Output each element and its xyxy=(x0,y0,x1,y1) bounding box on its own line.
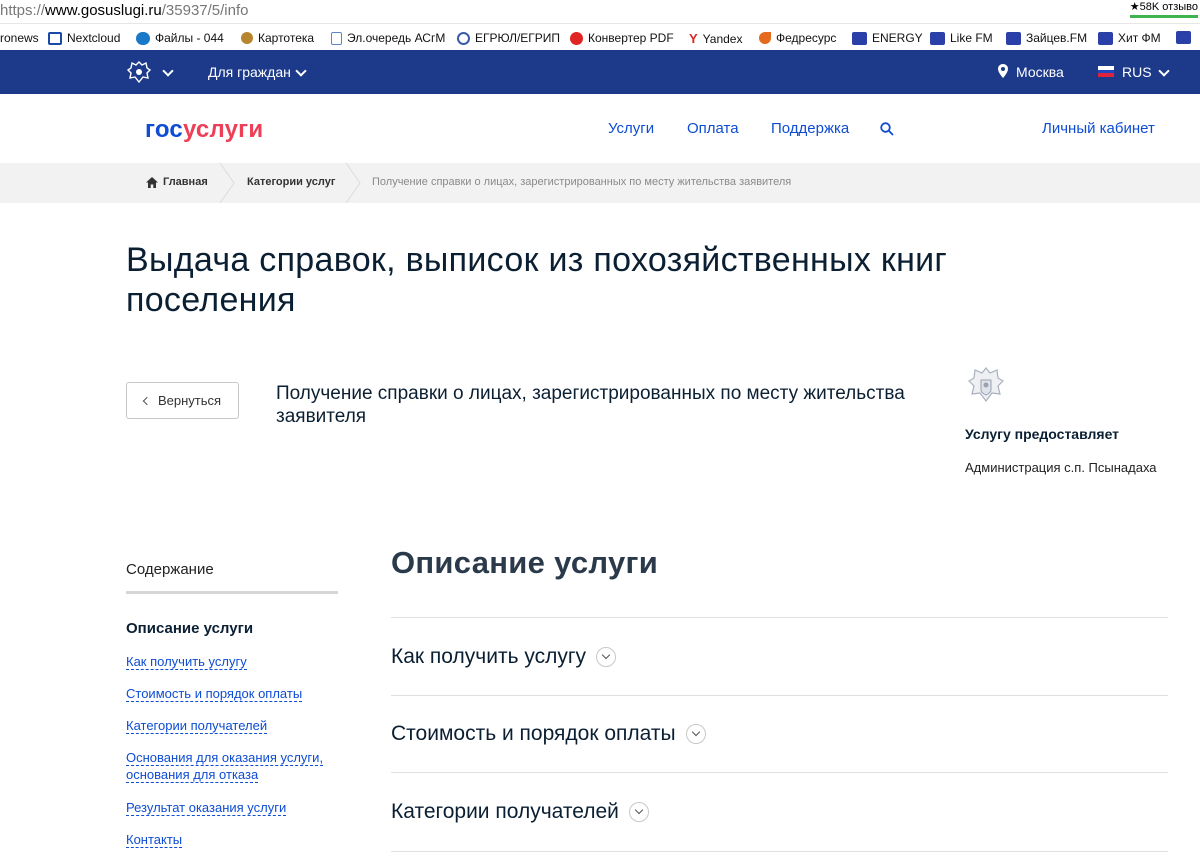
chevron-down-icon[interactable] xyxy=(1158,65,1170,77)
reviews-badge[interactable]: ★58K отзыво xyxy=(1129,0,1198,18)
bookmark-overflow[interactable] xyxy=(1176,31,1191,44)
accordion-recipients[interactable]: Категории получателей xyxy=(391,800,649,824)
browser-address-bar[interactable]: https://www.gosuslugi.ru/35937/5/info ★5… xyxy=(0,0,1200,24)
bookmark-yandex[interactable]: Y Yandex xyxy=(689,31,742,46)
search-icon[interactable] xyxy=(880,122,894,136)
coat-of-arms-icon[interactable] xyxy=(126,60,152,84)
radio-icon xyxy=(930,31,945,45)
radio-icon xyxy=(852,31,867,45)
doc-icon xyxy=(331,31,342,45)
breadcrumb: Главная Категории услуг Получение справк… xyxy=(0,163,1200,203)
emblem-icon xyxy=(241,32,253,44)
nav-services[interactable]: Услуги xyxy=(608,120,654,137)
chevron-down-icon[interactable] xyxy=(162,65,174,77)
breadcrumb-current: Получение справки о лицах, зарегистриров… xyxy=(372,176,792,188)
radio-icon xyxy=(1176,31,1191,44)
back-button[interactable]: Вернуться xyxy=(126,382,239,419)
accordion-divider xyxy=(391,695,1168,696)
folder-icon xyxy=(48,31,62,45)
nav-payment[interactable]: Оплата xyxy=(687,120,739,137)
radio-icon xyxy=(1006,31,1021,45)
toc-link-contacts[interactable]: Контакты xyxy=(126,831,341,848)
bookmarks-bar: ronews Nextcloud Файлы - 044 Картотека Э… xyxy=(0,26,1200,50)
provider-name: Администрация с.п. Псынадаха xyxy=(965,460,1157,475)
url-text[interactable]: https://www.gosuslugi.ru/35937/5/info xyxy=(0,2,249,19)
accordion-divider xyxy=(391,772,1168,773)
pdf-icon xyxy=(570,31,583,45)
bookmark-zaycevfm[interactable]: Зайцев.FM xyxy=(1006,31,1087,45)
site-header: госуслуги Услуги Оплата Поддержка Личный… xyxy=(0,94,1200,163)
chevron-left-icon xyxy=(142,396,152,406)
bookmark-fedresurs[interactable]: Федресурс xyxy=(759,31,836,45)
section-title: Описание услуги xyxy=(391,545,659,580)
toc-link-how-to-get[interactable]: Как получить услугу xyxy=(126,653,341,670)
russian-flag-icon xyxy=(1098,66,1114,78)
bookmark-likefm[interactable]: Like FM xyxy=(930,31,993,45)
accordion-cost[interactable]: Стоимость и порядок оплаты xyxy=(391,722,706,746)
toc-link-grounds[interactable]: Основания для оказания услуги, основания… xyxy=(126,749,341,783)
chevron-down-icon[interactable] xyxy=(685,724,706,744)
home-icon[interactable] xyxy=(146,177,158,188)
bookmark-energy[interactable]: ENERGY xyxy=(852,31,923,45)
yandex-icon: Y xyxy=(689,31,698,46)
bookmark-hitfm[interactable]: Хит ФМ xyxy=(1098,31,1161,45)
fedresurs-icon xyxy=(759,32,771,44)
top-nav: Для граждан Москва RUS xyxy=(0,50,1200,94)
breadcrumb-categories[interactable]: Категории услуг xyxy=(247,176,335,188)
chevron-down-icon[interactable] xyxy=(596,647,617,667)
toc-title: Содержание xyxy=(126,561,214,578)
accordion-divider xyxy=(391,851,1168,852)
gosuslugi-logo[interactable]: госуслуги xyxy=(145,116,263,144)
toc-item-active[interactable]: Описание услуги xyxy=(126,620,253,637)
toc-link-result[interactable]: Результат оказания услуги xyxy=(126,799,341,816)
radio-icon xyxy=(1098,31,1113,45)
chevron-down-icon[interactable] xyxy=(295,65,307,77)
bookmark-pdf[interactable]: Конвертер PDF xyxy=(570,31,674,45)
breadcrumb-separator xyxy=(219,163,235,203)
provider-title: Услугу предоставляет xyxy=(965,426,1120,442)
audience-switcher[interactable]: Для граждан xyxy=(208,64,291,80)
account-link[interactable]: Личный кабинет xyxy=(1042,120,1155,137)
cloud-icon xyxy=(136,31,150,45)
language-selector[interactable]: RUS xyxy=(1122,64,1152,80)
bookmark-files[interactable]: Файлы - 044 xyxy=(136,31,224,45)
bookmark-egrul[interactable]: ЕГРЮЛ/ЕГРИП xyxy=(457,31,560,45)
location-pin-icon xyxy=(998,64,1008,78)
coat-of-arms-icon xyxy=(968,367,1004,402)
accordion-divider xyxy=(391,617,1168,618)
toc-link-cost[interactable]: Стоимость и порядок оплаты xyxy=(126,685,341,702)
page-title: Выдача справок, выписок из похозяйственн… xyxy=(126,241,948,319)
bookmark-ronews[interactable]: ronews xyxy=(0,31,39,45)
accordion-how-to-get[interactable]: Как получить услугу xyxy=(391,645,617,669)
nav-support[interactable]: Поддержка xyxy=(771,120,849,137)
bookmark-equeue[interactable]: Эл.очередь АСгМ xyxy=(331,31,445,45)
city-selector[interactable]: Москва xyxy=(1016,64,1064,80)
chevron-down-icon[interactable] xyxy=(628,802,649,822)
toc-link-recipients[interactable]: Категории получателей xyxy=(126,717,341,734)
breadcrumb-separator xyxy=(345,163,361,203)
emblem-icon xyxy=(457,31,470,45)
toc-divider xyxy=(126,591,338,594)
bookmark-kartoteka[interactable]: Картотека xyxy=(241,31,314,45)
bookmark-nextcloud[interactable]: Nextcloud xyxy=(48,31,120,45)
breadcrumb-home[interactable]: Главная xyxy=(163,176,208,188)
service-name: Получение справки о лицах, зарегистриров… xyxy=(276,383,905,427)
